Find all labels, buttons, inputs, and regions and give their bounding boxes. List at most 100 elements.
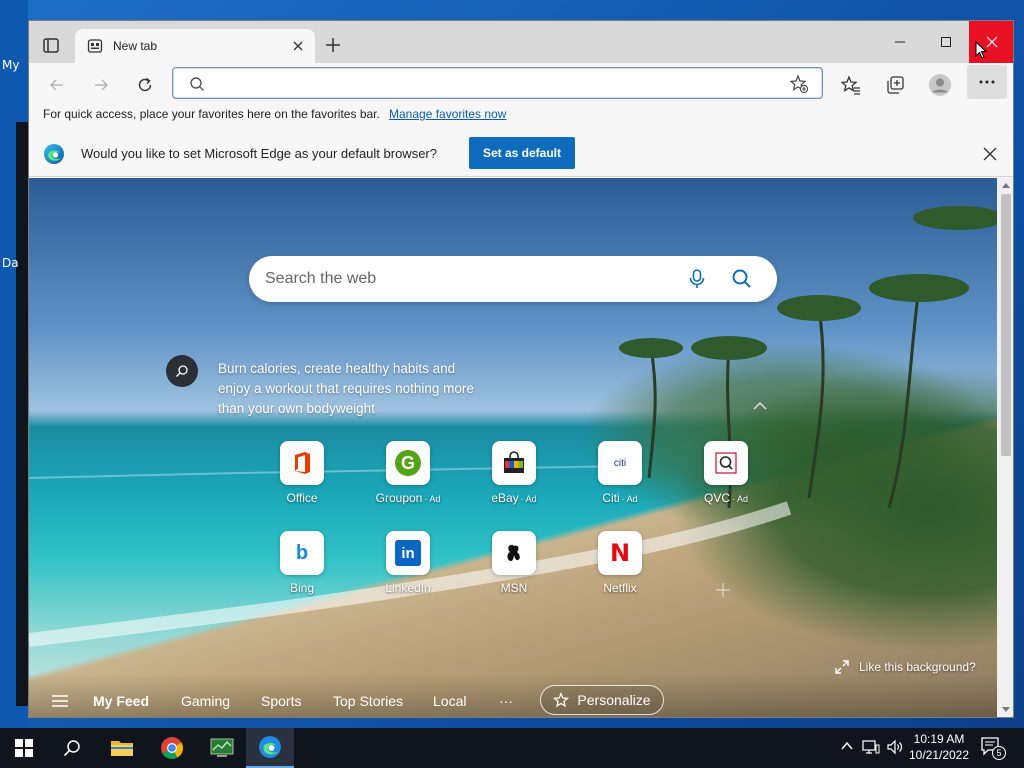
edge-logo-icon [259,736,281,758]
avatar-icon [929,74,951,96]
chrome-button[interactable] [148,728,196,768]
tab-actions-button[interactable] [39,33,63,57]
quick-link-bing[interactable]: b Bing [262,531,342,601]
favorites-bar: For quick access, place your favorites h… [29,105,1013,131]
feed-tab-gaming[interactable]: Gaming [181,693,230,709]
scroll-down-icon[interactable] [1002,707,1010,713]
settings-and-more-button[interactable] [967,65,1007,99]
new-tab-button[interactable] [321,33,345,57]
taskbar: 10:19 AM 10/21/2022 5 [0,728,1024,768]
personalize-button[interactable]: Personalize [540,685,664,715]
chevron-up-icon[interactable] [751,400,769,412]
feed-more-button[interactable]: ··· [499,693,513,709]
forward-arrow-icon [95,79,109,91]
close-infobar-icon[interactable] [982,146,998,162]
expand-icon [835,660,849,674]
feed-tab-local[interactable]: Local [433,693,466,709]
web-search-box[interactable] [249,256,777,302]
quick-link-msn[interactable]: MSN [474,531,554,601]
quick-link-qvc[interactable]: QVC · Ad [686,441,766,511]
add-favorite-icon[interactable] [789,74,809,94]
refresh-button[interactable] [131,71,159,99]
close-window-button[interactable] [969,21,1013,63]
ad-badge: · Ad [732,494,749,504]
personalize-label: Personalize [577,692,651,708]
profile-button[interactable] [926,71,954,99]
set-as-default-button[interactable]: Set as default [469,137,575,169]
web-search-input[interactable] [265,268,665,290]
collections-icon [887,76,904,94]
quick-link-label: LinkedIn [385,581,431,595]
qvc-logo-icon [715,452,737,474]
msn-butterfly-icon [507,544,520,561]
back-arrow-icon [49,79,63,91]
microphone-icon[interactable] [687,268,707,290]
chevron-up-icon[interactable] [840,739,854,753]
quick-link-label: Bing [289,581,315,595]
edge-browser-window: New tab For quick access, place your fav… [28,20,1014,718]
feed-tab-sports[interactable]: Sports [261,693,301,709]
ebay-tile [492,441,536,485]
desktop-icon-label[interactable]: Da [2,256,19,270]
favorites-button[interactable] [837,71,865,99]
search-tip-text[interactable]: Burn calories, create healthy habits and… [218,359,488,419]
address-input[interactable] [213,74,773,92]
feed-tab-my-feed[interactable]: My Feed [93,693,149,709]
qvc-tile [704,441,748,485]
scrollbar-thumb[interactable] [1001,194,1011,456]
file-explorer-button[interactable] [98,728,146,768]
quick-link-linkedin[interactable]: in LinkedIn [368,531,448,601]
quick-link-netflix[interactable]: N Netflix [580,531,660,601]
tip-search-button[interactable] [166,355,198,387]
quick-link-label: Office [286,491,318,505]
maximize-button[interactable] [923,21,969,63]
start-button[interactable] [0,728,48,768]
chrome-logo-icon [161,737,183,759]
forward-button[interactable] [87,71,115,99]
ad-badge: · Ad [424,494,441,504]
quick-link-office[interactable]: Office [262,441,342,511]
taskbar-search-button[interactable] [48,728,96,768]
hamburger-menu-icon[interactable] [51,694,69,708]
quick-link-ebay[interactable]: eBay · Ad [474,441,554,511]
groupon-logo-icon: G [395,450,421,476]
back-button[interactable] [43,71,71,99]
manage-favorites-link[interactable]: Manage favorites now [389,107,506,121]
like-background-label: Like this background? [859,660,976,674]
feed-navigation-bar: My Feed Gaming Sports Top Stories Local … [29,674,997,717]
office-tile [280,441,324,485]
close-tab-icon[interactable] [291,39,305,53]
tab-actions-icon [43,38,59,53]
search-icon [190,77,204,91]
tab-new-tab[interactable]: New tab [75,29,315,63]
feed-tab-top-stories[interactable]: Top Stories [333,693,403,709]
page-scrollbar[interactable] [997,178,1013,717]
quick-link-groupon[interactable]: G Groupon · Ad [368,441,448,511]
plus-icon [326,38,340,52]
maximize-icon [941,37,951,47]
address-bar[interactable] [172,67,823,99]
quick-link-label: MSN [500,581,528,595]
like-background-button[interactable]: Like this background? [835,660,976,674]
shopping-bag-icon [504,451,524,473]
network-icon[interactable] [862,739,880,755]
tab-title: New tab [113,39,158,53]
task-manager-button[interactable] [198,728,246,768]
bing-logo-icon: b [295,541,309,564]
search-icon[interactable] [731,268,753,290]
bing-tile: b [280,531,324,575]
edge-logo-icon [44,144,64,164]
system-clock[interactable]: 10:19 AM 10/21/2022 [908,731,970,763]
scroll-up-icon[interactable] [1002,182,1010,188]
office-logo-icon [295,452,310,474]
action-center-button[interactable]: 5 [980,736,1006,760]
volume-icon[interactable] [886,739,904,755]
edge-taskbar-button[interactable] [246,728,294,768]
minimize-button[interactable] [877,21,923,63]
quick-link-citi[interactable]: citi Citi · Ad [580,441,660,511]
collections-button[interactable] [881,71,909,99]
desktop-icon-label[interactable]: My [2,58,19,72]
add-quick-link-button[interactable] [715,578,731,604]
ad-badge: · Ad [520,494,537,504]
quick-link-label: eBay [491,491,519,505]
